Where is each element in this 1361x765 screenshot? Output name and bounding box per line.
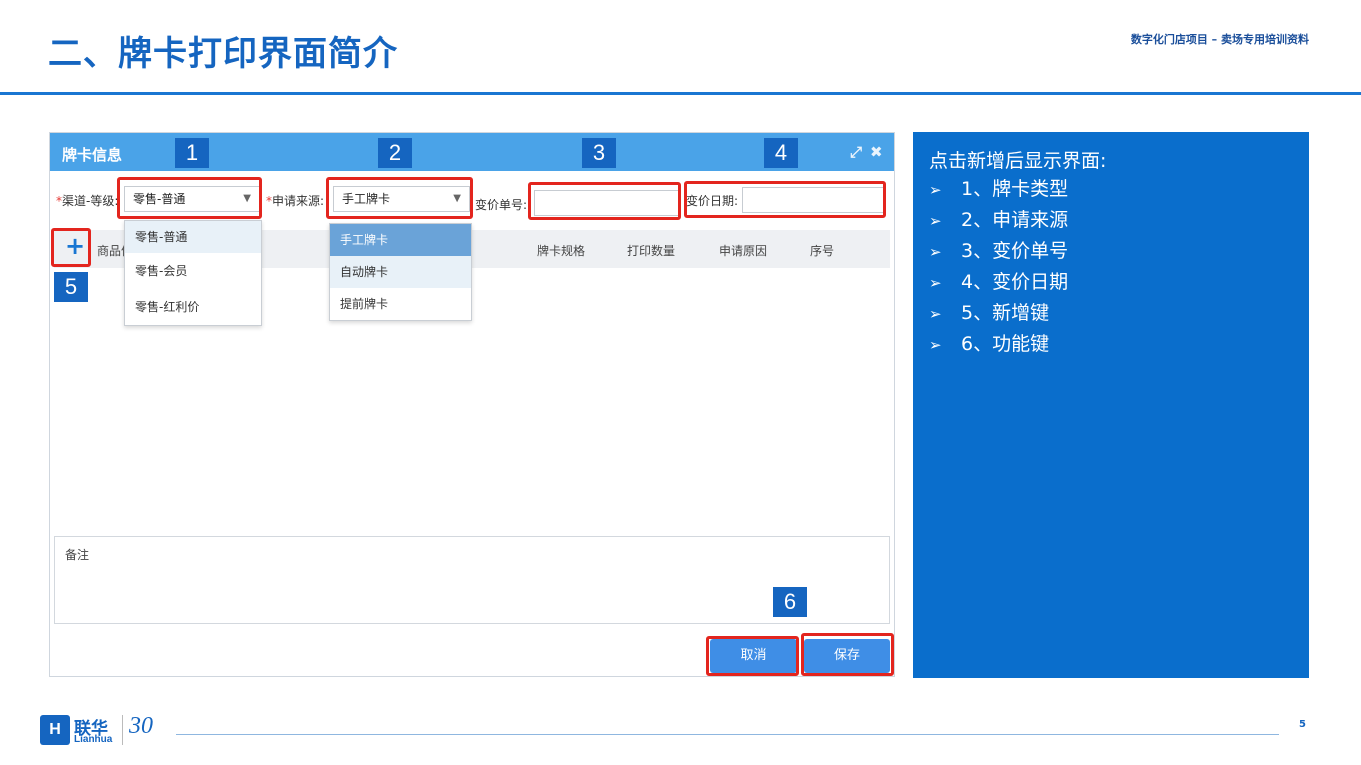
source-option[interactable]: 自动牌卡 (330, 256, 471, 288)
badge-4: 4 (764, 138, 798, 168)
source-label: *申请来源: (266, 194, 325, 208)
badge-2: 2 (378, 138, 412, 168)
header-note: 数字化门店项目 – 卖场专用培训资料 (1130, 33, 1309, 46)
logo-separator (122, 715, 123, 745)
arrow-bullet-icon: ➢ (929, 243, 942, 261)
logo-mark-icon: H (40, 715, 70, 745)
list-item: ➢ 1、牌卡类型 (929, 174, 1068, 205)
highlight-add-button (51, 228, 91, 267)
list-item: ➢ 4、变价日期 (929, 267, 1068, 298)
arrow-bullet-icon: ➢ (929, 274, 942, 292)
list-item: ➢ 2、申请来源 (929, 205, 1068, 236)
expand-icon[interactable]: ⤢ (850, 143, 862, 161)
info-list: ➢ 1、牌卡类型 ➢ 2、申请来源 ➢ 3、变价单号 ➢ 4、变价日期 ➢ 5、新增键 ➢… (929, 174, 1068, 360)
lianhua-logo: H 联华 Lianhua 30 (40, 713, 170, 749)
source-dropdown: 手工牌卡 自动牌卡 提前牌卡 (329, 223, 472, 321)
slide-title: 二、牌卡打印界面简介 (48, 34, 398, 74)
footer-divider (176, 734, 1279, 735)
remarks-textarea[interactable]: 备注 (54, 536, 890, 624)
badge-6: 6 (773, 587, 807, 617)
channel-dropdown: 零售-普通 零售-会员 零售-红利价 (124, 220, 262, 326)
highlight-price-change-no (528, 182, 681, 220)
arrow-bullet-icon: ➢ (929, 305, 942, 323)
highlight-cancel-button (706, 636, 799, 676)
arrow-bullet-icon: ➢ (929, 212, 942, 230)
channel-label: *渠道-等级: (56, 194, 119, 208)
arrow-bullet-icon: ➢ (929, 336, 942, 354)
badge-3: 3 (582, 138, 616, 168)
close-icon[interactable]: ✖ (870, 143, 883, 161)
header-divider (0, 92, 1361, 95)
anniversary-mark: 30 (129, 713, 153, 739)
col-card-spec: 牌卡规格 (537, 244, 586, 258)
remarks-label: 备注 (65, 548, 90, 562)
channel-option[interactable]: 零售-普通 (125, 221, 261, 253)
highlight-channel (117, 177, 262, 219)
info-panel: 点击新增后显示界面: ➢ 1、牌卡类型 ➢ 2、申请来源 ➢ 3、变价单号 ➢ 4、变价… (913, 132, 1309, 678)
badge-5: 5 (54, 272, 88, 302)
col-seq: 序号 (810, 244, 835, 258)
list-item: ➢ 5、新增键 (929, 298, 1068, 329)
channel-option[interactable]: 零售-会员 (125, 253, 261, 289)
arrow-bullet-icon: ➢ (929, 181, 942, 199)
page-number: 5 (1299, 719, 1306, 730)
col-print-qty: 打印数量 (627, 244, 676, 258)
highlight-source (326, 177, 473, 219)
col-reason: 申请原因 (719, 244, 768, 258)
info-heading: 点击新增后显示界面: (929, 150, 1107, 172)
badge-1: 1 (175, 138, 209, 168)
highlight-save-button (801, 633, 894, 676)
source-option[interactable]: 手工牌卡 (330, 224, 471, 256)
channel-option[interactable]: 零售-红利价 (125, 289, 261, 325)
list-item: ➢ 3、变价单号 (929, 236, 1068, 267)
highlight-price-change-date (684, 181, 886, 218)
list-item: ➢ 6、功能键 (929, 329, 1068, 360)
dialog-title: 牌卡信息 (62, 146, 123, 164)
source-option[interactable]: 提前牌卡 (330, 288, 471, 320)
price-change-no-label: 变价单号: (475, 198, 528, 212)
logo-english-name: Lianhua (74, 734, 113, 745)
